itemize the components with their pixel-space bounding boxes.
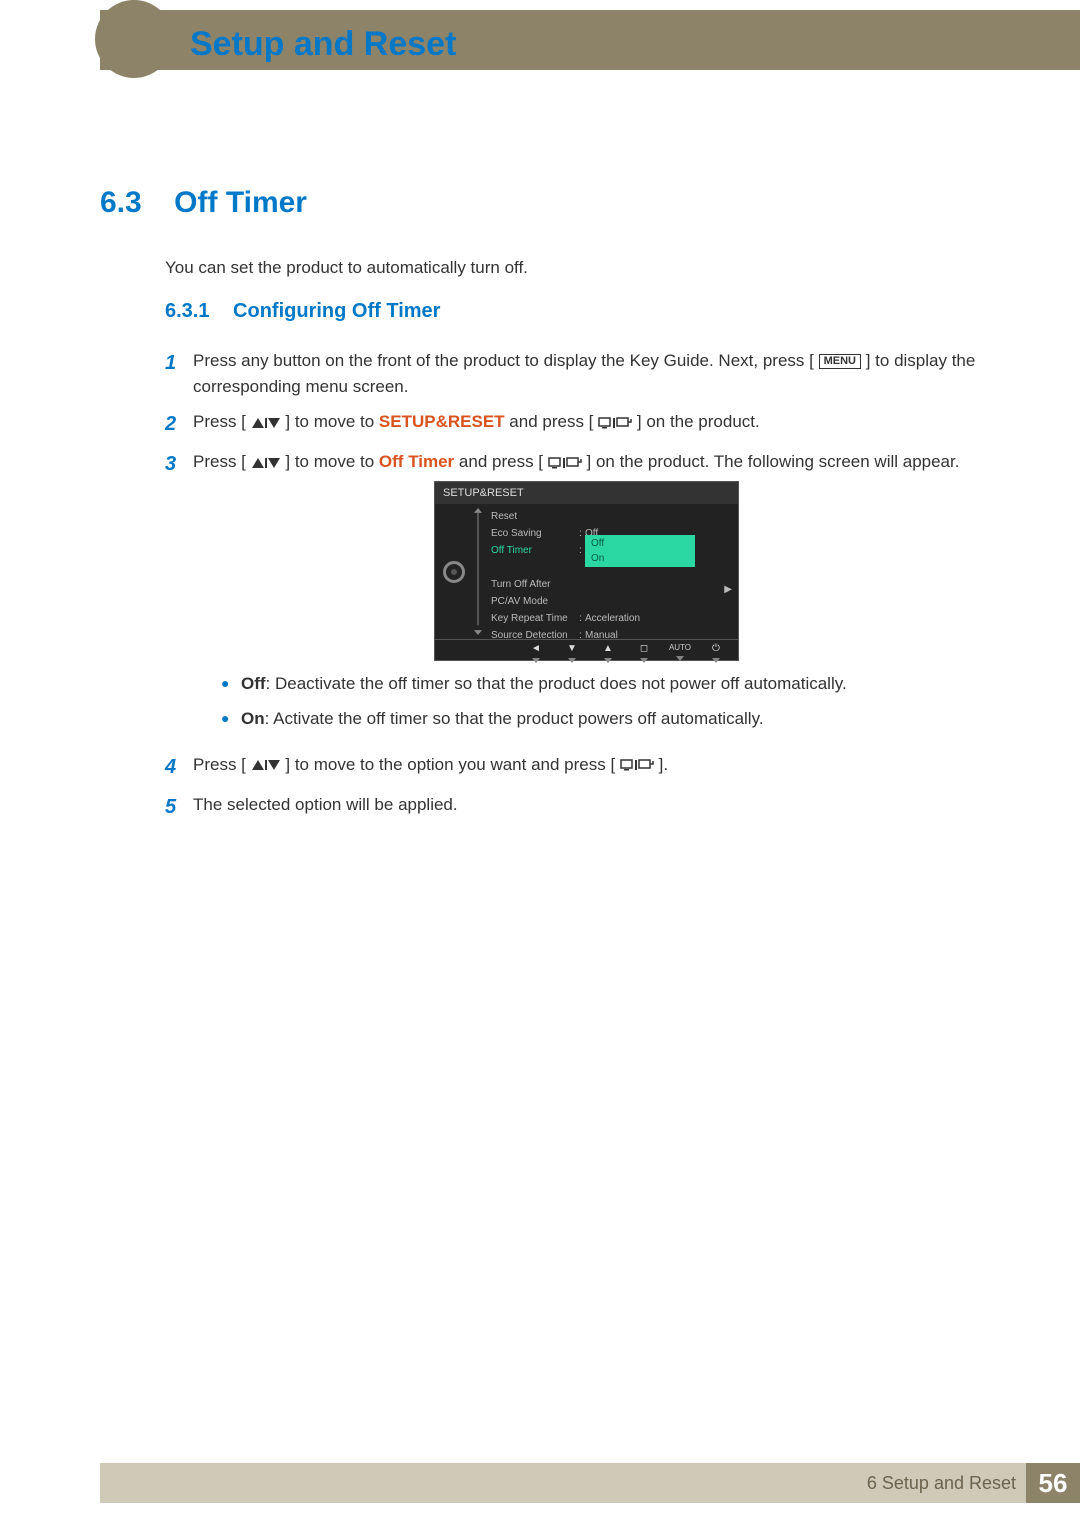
step-text: ] to move to [285,452,379,471]
step-text: The selected option will be applied. [193,795,458,814]
subsection-heading: 6.3.1 Configuring Off Timer [165,300,440,323]
section-number: 6.3 [100,186,142,219]
osd-preview: SETUP&RESET Reset Eco Saving:Off [434,481,739,661]
osd-title: SETUP&RESET [435,482,738,505]
step-number: 4 [165,752,193,782]
subsection-number: 6.3.1 [165,300,209,322]
up-down-arrows-icon [251,758,281,772]
osd-menu-item: Reset [481,509,579,524]
osd-menu-item: Source Detection [481,628,579,643]
osd-dropdown: Off On [585,535,695,567]
up-down-arrows-icon [251,416,281,430]
step-text: Press [ [193,755,246,774]
page-number: 56 [1026,1463,1080,1503]
bullet-dot-icon: ● [221,671,241,695]
footer-bar: 6 Setup and Reset 56 [100,1463,1080,1503]
step-number: 3 [165,449,193,742]
step-row: 1 Press any button on the front of the p… [165,348,980,399]
section-heading: 6.3 Off Timer [100,186,307,220]
step-number: 1 [165,348,193,399]
step-text: and press [ [459,452,543,471]
auto-icon: AUTO [668,642,692,661]
step-row: 3 Press [ ] to move to Off Timer and pre… [165,449,980,742]
setup-reset-label: SETUP&RESET [379,412,505,431]
step-text: Press any button on the front of the pro… [193,351,814,370]
osd-menu-item: Turn Off After [481,577,579,592]
bullet-text: : Activate the off timer so that the pro… [265,709,764,728]
select-source-icon [598,416,632,430]
step-text: Press [ [193,452,246,471]
bullet-dot-icon: ● [221,706,241,730]
step-text: Press [ [193,412,246,431]
osd-menu-item: Eco Saving [481,526,579,541]
step-text: ] to move to [285,412,379,431]
bullet-text: : Deactivate the off timer so that the p… [266,674,847,693]
osd-menu-value: Manual [585,628,618,643]
bullet-item: ● On: Activate the off timer so that the… [221,706,980,732]
menu-guide-line [473,508,483,635]
step-number: 5 [165,792,193,822]
step-text: ] on the product. [637,412,760,431]
subsection-title: Configuring Off Timer [233,300,440,322]
osd-menu-item: PC/AV Mode [481,594,579,609]
step-text: ]. [659,755,668,774]
chapter-circle-icon [95,0,173,78]
step-row: 5 The selected option will be applied. [165,792,980,822]
select-source-icon [548,456,582,470]
bullet-label: On [241,709,265,728]
up-down-arrows-icon [251,456,281,470]
osd-menu-item-selected: Off Timer [481,543,579,558]
off-timer-label: Off Timer [379,452,454,471]
section-title: Off Timer [174,186,307,219]
gear-icon [443,561,465,583]
chapter-title: Setup and Reset [190,25,456,64]
select-source-icon [620,758,654,772]
step-row: 4 Press [ ] to move to the option you wa… [165,752,980,782]
step-text: ] on the product. The following screen w… [587,452,960,471]
bullet-item: ● Off: Deactivate the off timer so that … [221,671,980,697]
osd-dropdown-option: On [585,551,695,566]
osd-dropdown-option: Off [585,536,695,551]
footer-chapter-label: 6 Setup and Reset [867,1473,1016,1494]
section-intro: You can set the product to automatically… [165,258,528,278]
osd-menu-value: Acceleration [585,611,640,626]
step-row: 2 Press [ ] to move to SETUP&RESET and p… [165,409,980,439]
menu-button-icon: MENU [819,354,861,369]
step-text: and press [ [509,412,593,431]
bullet-label: Off [241,674,266,693]
step-number: 2 [165,409,193,439]
osd-menu-item: Key Repeat Time [481,611,579,626]
triangle-right-icon: ▶ [724,582,732,597]
step-text: ] to move to the option you want and pre… [285,755,615,774]
